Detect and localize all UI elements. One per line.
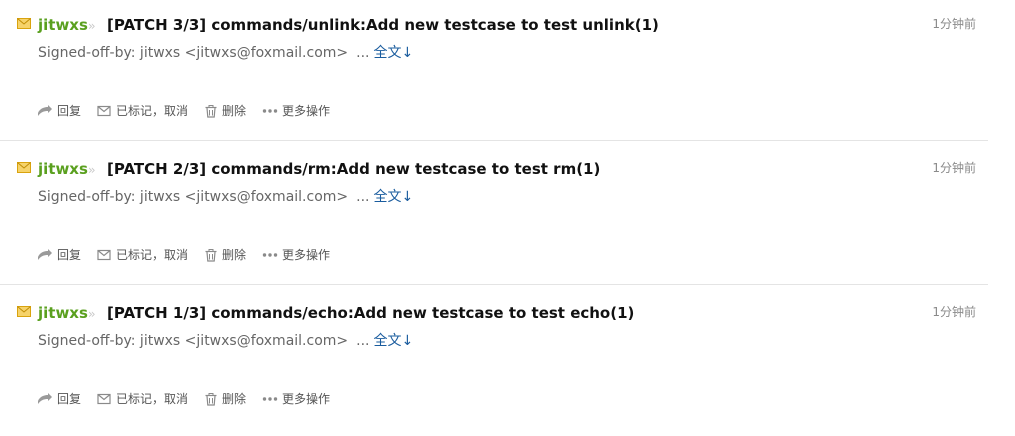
reply-label: 回复 (57, 104, 82, 118)
more-dots-icon (262, 253, 278, 257)
preview-text: Signed-off-by: jitwxs <jitwxs@foxmail.co… (38, 189, 349, 205)
sender-name[interactable]: jitwxs (38, 159, 88, 179)
more-actions-button[interactable]: 更多操作 (262, 102, 330, 120)
reply-arrow-icon (38, 105, 52, 116)
mark-label: 已标记，取消 (116, 392, 189, 406)
sender-name[interactable]: jitwxs (38, 303, 88, 323)
mail-actions: 回复 已标记，取消 删除 更多操作 (37, 246, 346, 264)
divider (0, 140, 988, 141)
delete-button[interactable]: 删除 (204, 390, 246, 408)
mark-label: 已标记，取消 (116, 104, 189, 118)
mark-button[interactable]: 已标记，取消 (97, 390, 188, 408)
mail-actions: 回复 已标记，取消 删除 更多操作 (37, 102, 346, 120)
mark-button[interactable]: 已标记，取消 (97, 246, 188, 264)
reply-arrow-icon (38, 393, 52, 404)
mail-item[interactable]: jitwxs ›› [PATCH 3/3] commands/unlink:Ad… (0, 0, 1015, 144)
more-actions-button[interactable]: 更多操作 (262, 390, 330, 408)
mail-subject[interactable]: [PATCH 2/3] commands/rm:Add new testcase… (107, 159, 600, 179)
mail-preview: Signed-off-by: jitwxs <jitwxs@foxmail.co… (38, 43, 413, 63)
reply-button[interactable]: 回复 (37, 102, 81, 120)
envelope-icon (17, 162, 31, 173)
reply-arrow-icon (38, 249, 52, 260)
trash-icon (205, 104, 217, 118)
delete-label: 删除 (222, 248, 247, 262)
trash-icon (205, 248, 217, 262)
mail-mark-icon (97, 393, 111, 405)
preview-text: Signed-off-by: jitwxs <jitwxs@foxmail.co… (38, 45, 349, 61)
envelope-icon (17, 18, 31, 29)
mail-item[interactable]: jitwxs ›› [PATCH 1/3] commands/echo:Add … (0, 288, 1015, 432)
delete-button[interactable]: 删除 (204, 246, 246, 264)
delete-label: 删除 (222, 104, 247, 118)
more-actions-button[interactable]: 更多操作 (262, 246, 330, 264)
more-dots-icon (262, 397, 278, 401)
mail-mark-icon (97, 249, 111, 261)
mail-list: jitwxs ›› [PATCH 3/3] commands/unlink:Ad… (0, 0, 1015, 432)
mail-subject[interactable]: [PATCH 1/3] commands/echo:Add new testca… (107, 303, 634, 323)
preview-ellipsis: ... (356, 189, 370, 205)
mail-preview: Signed-off-by: jitwxs <jitwxs@foxmail.co… (38, 331, 413, 351)
mail-mark-icon (97, 105, 111, 117)
delete-label: 删除 (222, 392, 247, 406)
mark-label: 已标记，取消 (116, 248, 189, 262)
fulltext-link[interactable]: 全文↓ (374, 45, 414, 61)
more-actions-label: 更多操作 (282, 392, 331, 406)
mark-button[interactable]: 已标记，取消 (97, 102, 188, 120)
mail-time: 1分钟前 (932, 17, 976, 31)
mail-actions: 回复 已标记，取消 删除 更多操作 (37, 390, 346, 408)
double-chevron-right-icon: ›› (88, 19, 95, 33)
more-actions-label: 更多操作 (282, 104, 331, 118)
mail-subject[interactable]: [PATCH 3/3] commands/unlink:Add new test… (107, 15, 659, 35)
reply-button[interactable]: 回复 (37, 390, 81, 408)
divider (0, 284, 988, 285)
mail-time: 1分钟前 (932, 161, 976, 175)
fulltext-link[interactable]: 全文↓ (374, 333, 414, 349)
preview-ellipsis: ... (356, 45, 370, 61)
trash-icon (205, 392, 217, 406)
preview-ellipsis: ... (356, 333, 370, 349)
sender-name[interactable]: jitwxs (38, 15, 88, 35)
reply-label: 回复 (57, 248, 82, 262)
mail-time: 1分钟前 (932, 305, 976, 319)
more-actions-label: 更多操作 (282, 248, 331, 262)
reply-label: 回复 (57, 392, 82, 406)
fulltext-link[interactable]: 全文↓ (374, 189, 414, 205)
preview-text: Signed-off-by: jitwxs <jitwxs@foxmail.co… (38, 333, 349, 349)
double-chevron-right-icon: ›› (88, 163, 95, 177)
mail-preview: Signed-off-by: jitwxs <jitwxs@foxmail.co… (38, 187, 413, 207)
mail-item[interactable]: jitwxs ›› [PATCH 2/3] commands/rm:Add ne… (0, 144, 1015, 288)
more-dots-icon (262, 109, 278, 113)
reply-button[interactable]: 回复 (37, 246, 81, 264)
delete-button[interactable]: 删除 (204, 102, 246, 120)
envelope-icon (17, 306, 31, 317)
double-chevron-right-icon: ›› (88, 307, 95, 321)
